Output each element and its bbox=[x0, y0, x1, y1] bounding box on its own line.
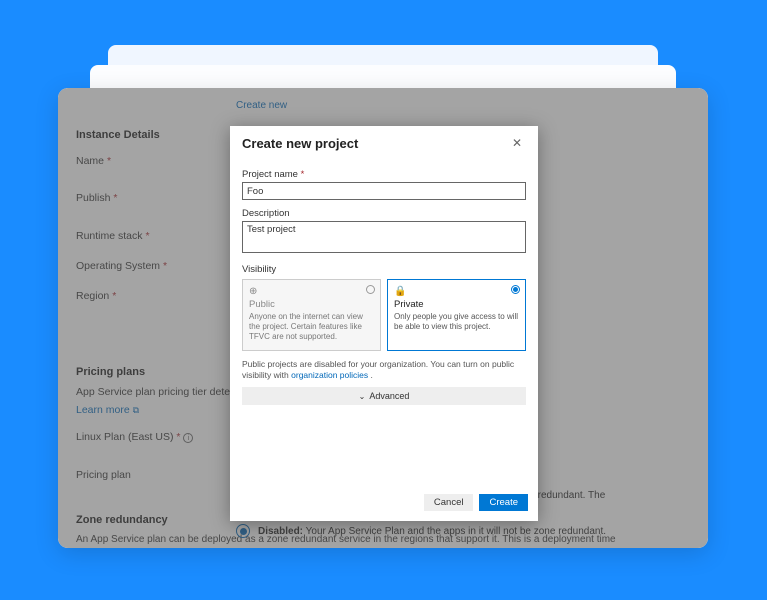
project-name-input[interactable] bbox=[242, 182, 526, 200]
description-input[interactable] bbox=[242, 221, 526, 253]
create-button[interactable]: Create bbox=[479, 494, 528, 511]
create-project-modal: Create new project ✕ Project name * Desc… bbox=[230, 126, 538, 521]
radio-icon bbox=[511, 285, 520, 294]
visibility-private-desc: Only people you give access to will be a… bbox=[394, 312, 519, 332]
project-name-label: Project name * bbox=[242, 169, 526, 180]
cancel-button[interactable]: Cancel bbox=[424, 494, 474, 511]
visibility-option-public: ⊕ Public Anyone on the internet can view… bbox=[242, 279, 381, 351]
public-disabled-note: Public projects are disabled for your or… bbox=[242, 359, 526, 381]
chevron-down-icon: ⌄ bbox=[359, 392, 366, 401]
organization-policies-link[interactable]: organization policies bbox=[291, 370, 368, 380]
advanced-label: Advanced bbox=[369, 391, 409, 401]
visibility-option-private[interactable]: 🔒 Private Only people you give access to… bbox=[387, 279, 526, 351]
visibility-public-title: Public bbox=[249, 299, 374, 310]
lock-icon: 🔒 bbox=[394, 286, 519, 297]
close-icon[interactable]: ✕ bbox=[512, 137, 526, 151]
description-label: Description bbox=[242, 208, 526, 219]
visibility-public-desc: Anyone on the internet can view the proj… bbox=[249, 312, 374, 342]
main-card: Create new Instance Details Name * Publi… bbox=[58, 88, 708, 548]
globe-icon: ⊕ bbox=[249, 286, 374, 297]
visibility-private-title: Private bbox=[394, 299, 519, 310]
visibility-label: Visibility bbox=[242, 264, 526, 275]
advanced-toggle[interactable]: ⌄ Advanced bbox=[242, 387, 526, 405]
radio-icon bbox=[366, 285, 375, 294]
modal-title: Create new project bbox=[242, 136, 358, 151]
